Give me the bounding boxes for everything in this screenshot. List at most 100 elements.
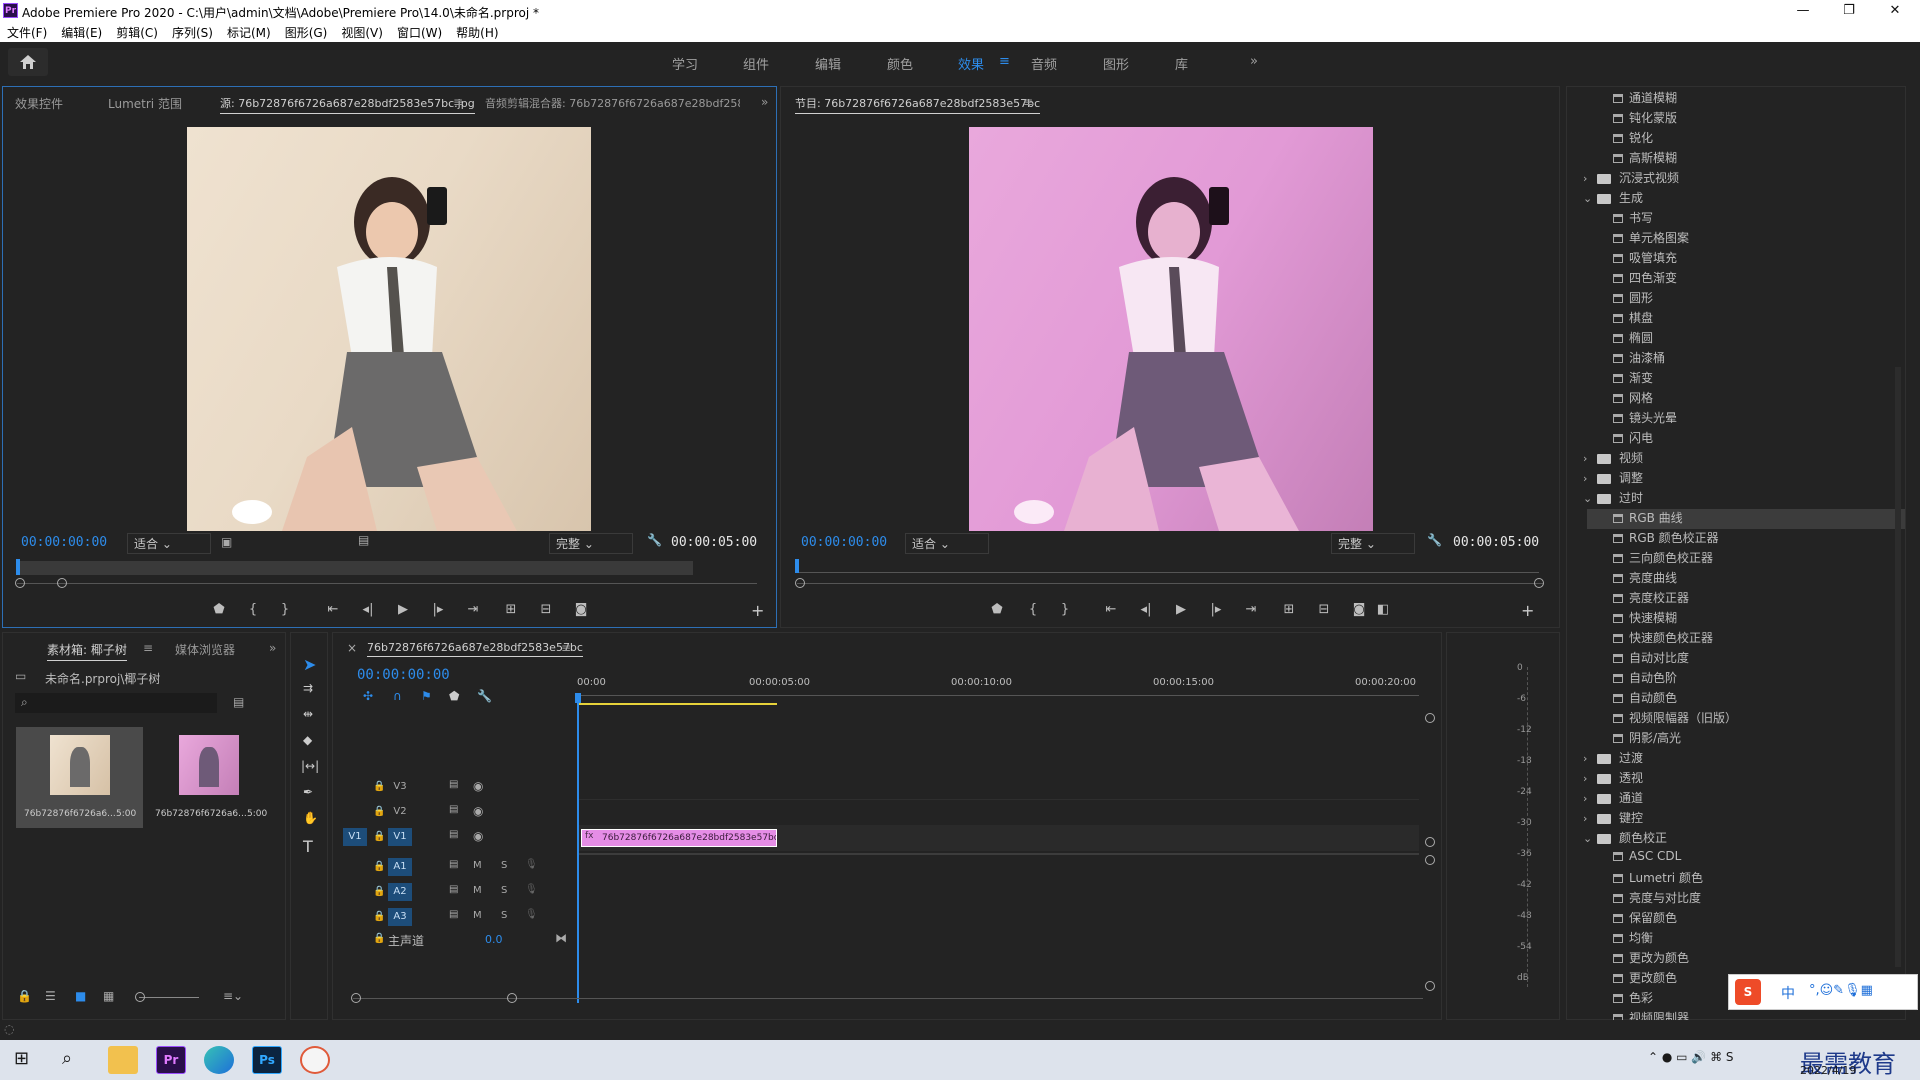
zoom-handle-left[interactable] <box>15 578 25 588</box>
edge-browser-icon[interactable] <box>204 1046 234 1074</box>
effect-item[interactable]: 自动对比度 <box>1613 649 1689 669</box>
workspace-color[interactable]: 颜色 <box>887 54 913 73</box>
effect-folder[interactable]: › 过渡 <box>1583 749 1643 769</box>
lock-track-icon[interactable]: 🔒 <box>373 781 385 792</box>
workspace-graphics[interactable]: 图形 <box>1103 54 1129 73</box>
effect-item[interactable]: 自动颜色 <box>1613 689 1677 709</box>
sogou-ime-icon[interactable]: S <box>1735 979 1761 1005</box>
voiceover-mic-icon[interactable]: 🎙 <box>525 909 538 920</box>
vertical-zoom-top[interactable] <box>1425 713 1435 723</box>
program-step-forward-icon[interactable]: |▸ <box>1206 602 1226 617</box>
work-area-bar[interactable] <box>579 703 777 705</box>
bin-menu-icon[interactable]: ≡ <box>143 641 153 655</box>
voiceover-mic-icon[interactable]: 🎙 <box>525 884 538 895</box>
close-button[interactable]: ✕ <box>1872 0 1918 22</box>
effect-item[interactable]: 椭圆 <box>1613 329 1653 349</box>
tab-media-browser[interactable]: 媒体浏览器 <box>175 641 235 658</box>
workspace-assembly[interactable]: 组件 <box>743 54 769 73</box>
timeline-settings-icon[interactable]: 🔧 <box>477 689 492 703</box>
ime-tools-icons[interactable]: °,☺✎🎙▦ <box>1809 983 1873 998</box>
more-tabs-icon[interactable]: » <box>761 95 768 109</box>
source-time-ruler[interactable] <box>17 561 693 575</box>
vertical-zoom-audio[interactable] <box>1425 855 1435 865</box>
effect-item[interactable]: 快速模糊 <box>1613 609 1677 629</box>
effect-folder[interactable]: ⌄ 颜色校正 <box>1583 829 1667 849</box>
list-view-icon[interactable]: ☰ <box>45 989 56 1003</box>
source-zoom-bar[interactable] <box>17 583 757 584</box>
sync-lock-icon[interactable]: ▤ <box>449 909 458 920</box>
chevron-right-icon[interactable]: › <box>1583 172 1597 185</box>
program-mark-out-icon[interactable]: } <box>1055 602 1075 617</box>
chevron-down-icon[interactable]: ⌄ <box>1583 832 1597 845</box>
panel-menu-icon[interactable]: ≡ <box>453 95 463 109</box>
effect-folder[interactable]: › 调整 <box>1583 469 1643 489</box>
app-taskbar-icon[interactable] <box>300 1046 330 1074</box>
step-forward-icon[interactable]: |▸ <box>428 602 448 617</box>
toggle-output-eye-icon[interactable]: ◉ <box>473 829 483 843</box>
effect-item[interactable]: 更改颜色 <box>1613 969 1677 989</box>
menu-edit[interactable]: 编辑(E) <box>54 22 109 43</box>
effect-item[interactable]: 三向颜色校正器 <box>1613 549 1713 569</box>
mark-in-icon[interactable]: { <box>243 602 263 617</box>
go-to-end-icon[interactable]: ⧓ <box>555 931 567 945</box>
track-name[interactable]: V1 <box>388 828 412 846</box>
program-play-icon[interactable]: ▶ <box>1171 602 1191 617</box>
program-export-frame-icon[interactable]: ◙ <box>1349 602 1369 617</box>
effect-folder[interactable]: ⌄ 生成 <box>1583 189 1643 209</box>
chevron-right-icon[interactable]: › <box>1583 812 1597 825</box>
menu-clip[interactable]: 剪辑(C) <box>109 22 165 43</box>
playhead-handle[interactable] <box>575 693 581 703</box>
effect-item[interactable]: 钝化蒙版 <box>1613 109 1677 129</box>
track-name[interactable]: V2 <box>388 803 412 821</box>
track-name[interactable]: A1 <box>388 858 412 876</box>
master-volume[interactable]: 0.0 <box>485 933 503 946</box>
effect-item[interactable]: 锐化 <box>1613 129 1653 149</box>
sort-icon[interactable]: ≡⌄ <box>223 989 243 1003</box>
effect-item[interactable]: 圆形 <box>1613 289 1653 309</box>
workspace-more-button[interactable]: » <box>1250 54 1258 69</box>
program-zoom-handle-right[interactable] <box>1534 578 1544 588</box>
video-clip[interactable]: 76b72876f6726a687e28bdf2583e57bc.jp <box>581 829 777 847</box>
program-add-marker-icon[interactable]: ⬟ <box>987 602 1007 617</box>
effect-item[interactable]: 棋盘 <box>1613 309 1653 329</box>
track-separator[interactable] <box>579 853 1419 855</box>
track-name[interactable]: V3 <box>388 778 412 796</box>
program-zoom-bar[interactable] <box>797 583 1543 584</box>
project-item[interactable]: 76b72876f6726a6... 5:00 <box>149 727 276 828</box>
program-add-button-icon[interactable]: + <box>1521 601 1534 620</box>
effect-item[interactable]: 四色渐变 <box>1613 269 1677 289</box>
horizontal-zoom-left[interactable] <box>351 993 361 1003</box>
drag-video-icon[interactable]: ▤ <box>358 533 369 547</box>
tab-effect-controls[interactable]: 效果控件 <box>15 95 63 112</box>
effect-item[interactable]: 高斯模糊 <box>1613 149 1677 169</box>
program-menu-icon[interactable]: ≡ <box>1023 95 1033 109</box>
program-playhead[interactable] <box>795 559 799 573</box>
lock-track-icon[interactable]: 🔒 <box>373 861 385 872</box>
compare-view-icon[interactable]: ◧ <box>1373 602 1393 617</box>
windows-start-icon[interactable]: ⊞ <box>14 1048 29 1069</box>
icon-view-icon[interactable]: ■ <box>75 989 86 1003</box>
overwrite-icon[interactable]: ⊟ <box>536 602 556 617</box>
tray-icons[interactable]: ⌃ ● ▭ 🔊 ⌘ S <box>1648 1050 1734 1064</box>
vertical-zoom-bottom[interactable] <box>1425 981 1435 991</box>
effect-folder[interactable]: › 沉浸式视频 <box>1583 169 1679 189</box>
effect-item[interactable]: Lumetri 颜色 <box>1613 869 1703 889</box>
effect-item[interactable]: 保留颜色 <box>1613 909 1677 929</box>
program-fit-dropdown[interactable]: 适合 ⌄ <box>905 533 989 554</box>
tab-sequence[interactable]: 76b72876f6726a687e28bdf2583e57bc <box>367 641 583 657</box>
tab-program[interactable]: 节目: 76b72876f6726a687e28bdf2583e57bc <box>795 95 1041 114</box>
source-fit-dropdown[interactable]: 适合 ⌄ <box>127 533 211 554</box>
effect-item[interactable]: 吸管填充 <box>1613 249 1677 269</box>
sync-lock-icon[interactable]: ▤ <box>449 859 458 870</box>
menu-sequence[interactable]: 序列(S) <box>165 22 220 43</box>
effect-item[interactable]: 书写 <box>1613 209 1653 229</box>
track-name[interactable]: A2 <box>388 883 412 901</box>
effect-item[interactable]: 通道模糊 <box>1613 89 1677 109</box>
mute-button[interactable]: M <box>473 910 482 921</box>
effect-item[interactable]: 单元格图案 <box>1613 229 1689 249</box>
timeline-timecode[interactable]: 00:00:00:00 <box>357 667 450 683</box>
chevron-right-icon[interactable]: › <box>1583 752 1597 765</box>
menu-graphics[interactable]: 图形(G) <box>278 22 335 43</box>
source-playhead[interactable] <box>16 559 20 575</box>
workspace-learn[interactable]: 学习 <box>672 54 698 73</box>
